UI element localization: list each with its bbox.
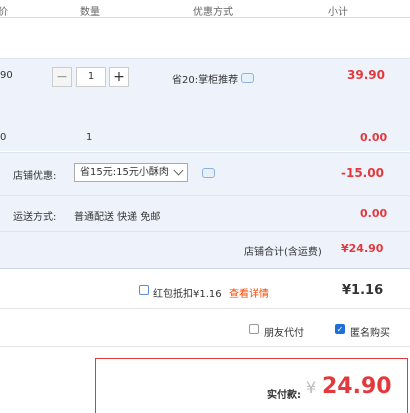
item-promo: 省20:掌柜推荐 xyxy=(172,75,239,86)
message-bubble-icon[interactable] xyxy=(202,168,215,178)
red-packet-checkbox[interactable] xyxy=(139,285,149,295)
red-packet-details-link[interactable]: 查看详情 xyxy=(229,285,269,300)
shop-total-label: 店铺合计(含运费) xyxy=(244,247,322,258)
anonymous-label: 匿名购买 xyxy=(350,328,390,339)
divider xyxy=(0,268,410,269)
summary-price: 0 xyxy=(0,132,7,143)
currency-symbol: ¥ xyxy=(306,378,317,397)
chevron-down-icon xyxy=(173,165,184,176)
shipping-label: 运送方式: xyxy=(13,212,57,223)
item-subtotal: 39.90 xyxy=(347,68,385,82)
payment-amount: 24.90 xyxy=(322,374,392,399)
anonymous-checkbox[interactable]: ✓ xyxy=(335,324,345,334)
divider xyxy=(0,308,410,309)
increase-button[interactable]: + xyxy=(109,67,129,87)
summary-quantity: 1 xyxy=(86,132,93,143)
quantity-input[interactable]: 1 xyxy=(76,67,106,87)
summary-amount: 0.00 xyxy=(360,131,388,144)
divider xyxy=(0,231,410,232)
header-price: 价 xyxy=(0,7,8,18)
payment-label: 实付款: xyxy=(267,390,301,401)
quantity-stepper[interactable]: − 1 + xyxy=(52,67,129,89)
shop-discount-amount: -15.00 xyxy=(341,166,384,180)
item-price: 90 xyxy=(0,70,13,81)
shipping-method: 普通配送 快递 免邮 xyxy=(74,212,161,223)
shop-total-amount: ¥24.90 xyxy=(341,242,384,255)
divider xyxy=(0,346,410,347)
divider xyxy=(0,152,410,153)
table-header: 价 数量 优惠方式 小计 xyxy=(0,0,410,18)
shop-discount-label: 店铺优惠: xyxy=(13,171,57,182)
divider xyxy=(0,58,410,59)
header-subtotal: 小计 xyxy=(328,7,348,18)
red-packet-label: 红包抵扣¥1.16 xyxy=(153,289,222,300)
divider xyxy=(0,195,410,196)
header-discount: 优惠方式 xyxy=(193,7,233,18)
shop-discount-select[interactable]: 省15元:15元小酥肉 xyxy=(74,163,188,182)
red-packet-amount: ¥1.16 xyxy=(342,283,384,298)
friend-pay-label: 朋友代付 xyxy=(264,328,304,339)
header-quantity: 数量 xyxy=(80,7,100,18)
shipping-amount: 0.00 xyxy=(360,207,388,220)
friend-pay-checkbox[interactable] xyxy=(249,324,259,334)
shop-discount-selected: 省15元:15元小酥肉 xyxy=(80,167,169,178)
checkmark-icon: ✓ xyxy=(336,325,344,334)
decrease-button[interactable]: − xyxy=(52,67,72,87)
message-bubble-icon[interactable] xyxy=(241,73,254,83)
